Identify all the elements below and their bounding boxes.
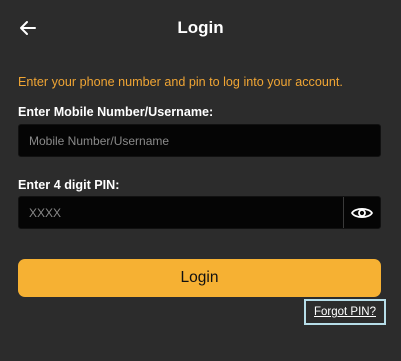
eye-icon [351,207,373,218]
app-header: Login [0,0,401,58]
intro-text: Enter your phone number and pin to log i… [18,75,343,89]
pin-label: Enter 4 digit PIN: [18,178,120,192]
forgot-pin-link[interactable]: Forgot PIN? [314,306,376,318]
show-pin-toggle[interactable] [343,197,380,228]
username-input[interactable] [29,125,329,156]
pin-field-container [18,196,381,229]
page-title: Login [177,18,224,37]
username-field-container [18,124,381,157]
username-label: Enter Mobile Number/Username: [18,105,214,119]
login-button[interactable]: Login [18,259,381,297]
pin-input[interactable] [29,197,329,228]
forgot-pin-focus-box: Forgot PIN? [304,299,386,325]
